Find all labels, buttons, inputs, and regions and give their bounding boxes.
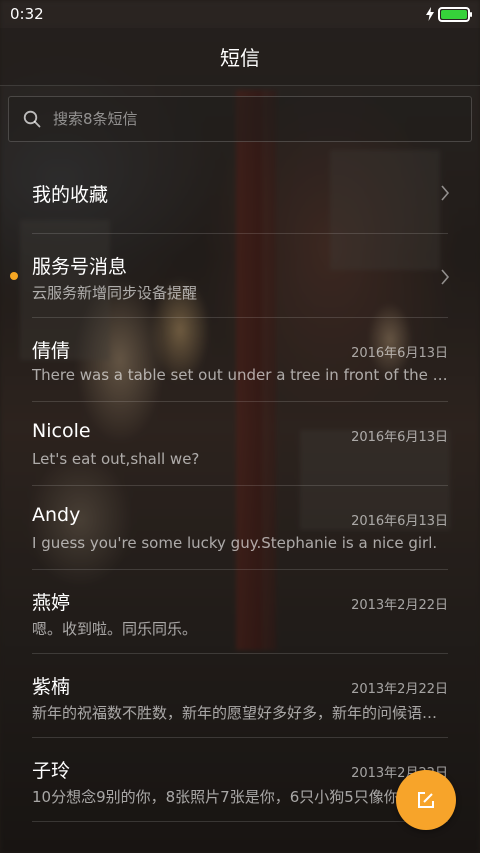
conversation-item[interactable]: 倩倩 2016年6月13日 There was a table set out un… — [32, 318, 448, 402]
item-name: Andy — [32, 504, 81, 526]
item-date: 2016年6月13日 — [351, 514, 448, 529]
item-preview: 嗯。收到啦。同乐同乐。 — [32, 620, 198, 638]
item-name: 紫楠 — [32, 676, 71, 698]
item-name: 倩倩 — [32, 340, 71, 362]
conversation-item[interactable]: 紫楠 2013年2月22日新年的祝福数不胜数，新年的愿望好多好多，新年的问候语千千… — [32, 654, 448, 738]
battery-icon — [438, 6, 472, 22]
item-date: 2016年6月13日 — [351, 430, 448, 445]
conversation-list: 我的收藏服务号消息云服务新增同步设备提醒倩倩 2016年6月13日 There wa… — [0, 150, 480, 822]
item-name: Nicole — [32, 420, 91, 442]
item-date: 2016年6月13日 — [351, 346, 448, 361]
compose-icon — [418, 792, 434, 808]
item-name: 燕婷 — [32, 592, 71, 614]
page-title: 短信 — [220, 46, 260, 70]
item-preview: 云服务新增同步设备提醒 — [32, 284, 198, 302]
unread-dot — [10, 272, 18, 280]
item-preview: Let's eat out,shall we? — [32, 450, 200, 468]
app-header: 短信 — [0, 28, 480, 86]
search-input[interactable] — [53, 110, 433, 128]
item-date: 2013年2月22日 — [351, 682, 448, 697]
item-date: 2013年2月22日 — [351, 598, 448, 613]
item-preview: 10分想念9别的你，8张照片7张是你，6只小狗5只像你 — [32, 788, 399, 806]
bolt-icon — [426, 7, 434, 21]
item-name: 子玲 — [32, 760, 71, 782]
conversation-item[interactable]: 子玲 2013年2月22日 10分想念9别的你，8张照片7张是你，6只小狗5只像你 — [32, 738, 448, 822]
item-preview: I guess you're some lucky guy.Stephanie … — [32, 534, 438, 552]
folder-item[interactable]: 我的收藏 — [32, 150, 450, 234]
chevron-right-icon — [441, 185, 450, 201]
search-box[interactable] — [8, 96, 472, 142]
conversation-item[interactable]: 燕婷 2013年2月22日嗯。收到啦。同乐同乐。 — [32, 570, 448, 654]
item-preview: There was a table set out under a tree i… — [32, 366, 448, 384]
status-bar: 0:32 — [0, 0, 480, 28]
conversation-item[interactable]: Nicole 2016年6月13日 Let's eat out,shall we? — [32, 402, 448, 486]
item-name: 服务号消息 — [32, 256, 128, 278]
search-icon — [23, 110, 41, 128]
compose-button[interactable] — [396, 770, 456, 830]
battery-level — [441, 9, 467, 19]
item-preview: 新年的祝福数不胜数，新年的愿望好多好多，新年的问候语千千万万 — [32, 704, 448, 722]
folder-item[interactable]: 服务号消息云服务新增同步设备提醒 — [10, 234, 450, 318]
status-indicators — [426, 6, 472, 22]
status-time: 0:32 — [10, 5, 44, 23]
chevron-right-icon — [441, 269, 450, 285]
item-name: 我的收藏 — [32, 184, 109, 206]
conversation-item[interactable]: Andy 2016年6月13日 I guess you're some lucky … — [32, 486, 448, 570]
